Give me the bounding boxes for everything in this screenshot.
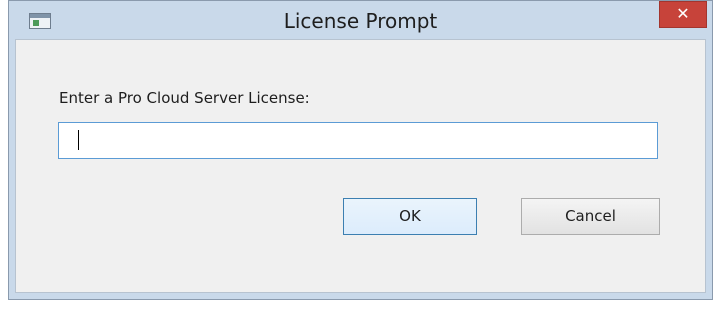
license-prompt-label: Enter a Pro Cloud Server License: [59,89,310,107]
title-bar[interactable]: License Prompt ✕ [9,1,712,39]
dialog-body [15,39,706,293]
license-input[interactable] [58,122,658,159]
text-cursor [78,130,79,150]
ok-button[interactable]: OK [343,198,477,235]
cancel-button[interactable]: Cancel [521,198,660,235]
close-icon: ✕ [676,4,690,23]
window-title: License Prompt [283,9,438,33]
close-button[interactable]: ✕ [659,1,707,28]
